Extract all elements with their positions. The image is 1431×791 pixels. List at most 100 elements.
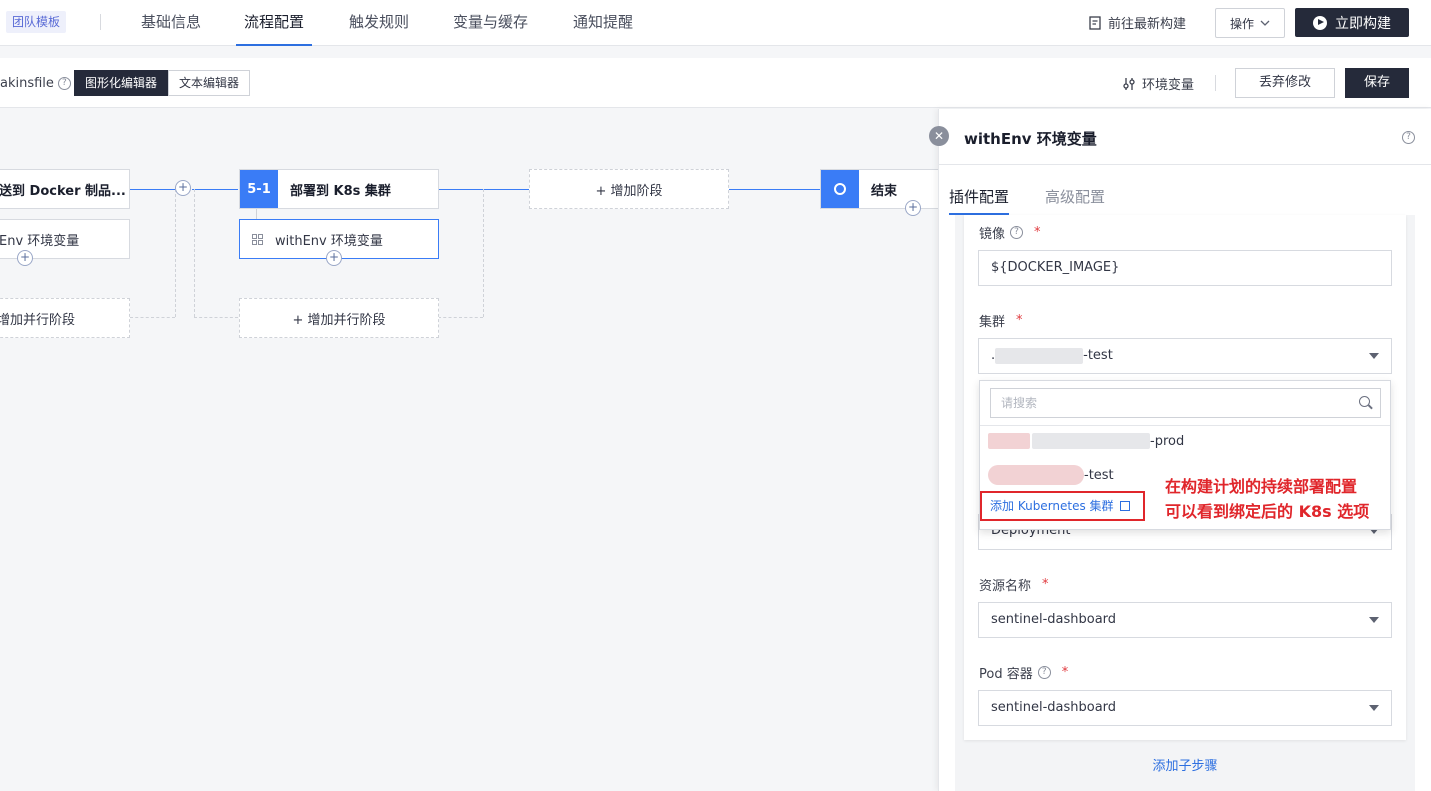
stage-card-deploy-k8s[interactable]: 5-1 部署到 K8s 集群 <box>239 169 439 209</box>
resource-name-select[interactable]: sentinel-dashboard <box>978 602 1392 638</box>
pipeline-canvas[interactable]: 送到 Docker 制品... Env 环境变量 + 增加并行阶段 + 5-1 … <box>0 109 938 791</box>
text-editor-toggle[interactable]: 文本编辑器 <box>168 70 251 96</box>
add-cluster-label: 添加 Kubernetes 集群 <box>990 499 1114 513</box>
help-icon[interactable]: ? <box>1010 226 1024 239</box>
search-placeholder: 请搜索 <box>1001 396 1038 410</box>
help-icon[interactable]: ? <box>57 77 71 90</box>
stage-name: 部署到 K8s 集群 <box>290 183 391 199</box>
build-doc-icon <box>1089 15 1101 30</box>
step-name: withEnv 环境变量 <box>275 233 383 249</box>
resource-name-value: sentinel-dashboard <box>991 612 1117 627</box>
add-parallel-label: 增加并行阶段 <box>0 312 76 328</box>
annotation-text: 在构建计划的持续部署配置 可以看到绑定后的 K8s 选项 <box>1165 474 1369 524</box>
jenkinsfile-label: akinsfile ? <box>0 76 71 91</box>
parallel-connector <box>438 317 483 318</box>
tab-advanced-config[interactable]: 高级配置 <box>1045 186 1105 213</box>
env-vars-button[interactable]: 环境变量 <box>1122 74 1194 93</box>
graphic-editor-toggle[interactable]: 图形化编辑器 <box>74 70 169 96</box>
help-icon[interactable]: ? <box>1037 666 1051 679</box>
parallel-connector <box>194 317 238 318</box>
nav-divider <box>100 14 101 30</box>
close-icon[interactable]: ✕ <box>929 126 949 146</box>
connector-line <box>438 189 530 190</box>
image-label-text: 镜像 <box>979 227 1006 242</box>
search-icon <box>1359 396 1370 407</box>
external-link-icon <box>1119 501 1130 511</box>
insert-stage-plus-icon[interactable]: + <box>175 180 191 196</box>
cluster-search-input[interactable]: 请搜索 <box>990 388 1381 418</box>
pod-container-label-text: Pod 容器 <box>979 667 1033 682</box>
option-label: -prod <box>1150 433 1185 449</box>
save-button[interactable]: 保存 <box>1345 68 1409 98</box>
operations-dropdown[interactable]: 操作 <box>1215 8 1285 38</box>
editor-toolbar: akinsfile ? 图形化编辑器 文本编辑器 环境变量 丢弃修改 保存 <box>0 58 1431 108</box>
connector-line <box>192 189 238 190</box>
tab-notifications[interactable]: 通知提醒 <box>565 0 641 46</box>
stage-index-badge: 5-1 <box>240 170 278 208</box>
help-icon[interactable]: ? <box>1402 131 1415 144</box>
cluster-option-prod[interactable]: -prod <box>988 433 1184 449</box>
add-after-end-plus-icon[interactable]: + <box>905 200 921 216</box>
panel-title: withEnv 环境变量 <box>964 130 1097 148</box>
discard-changes-button[interactable]: 丢弃修改 <box>1235 68 1335 98</box>
chevron-down-icon <box>1369 353 1379 359</box>
redacted-block <box>988 465 1084 485</box>
tab-variables-cache[interactable]: 变量与缓存 <box>445 0 536 46</box>
sliders-icon <box>1123 77 1135 90</box>
jenkinsfile-text: akinsfile <box>0 76 54 91</box>
play-icon <box>1313 15 1327 30</box>
end-stage-card[interactable]: 结束 <box>820 169 938 209</box>
connector-line <box>728 189 820 190</box>
cluster-option-test[interactable]: -test <box>988 465 1114 485</box>
add-parallel-stage-button[interactable]: + 增加并行阶段 <box>239 298 439 338</box>
cluster-label: 集群 * <box>979 311 1023 330</box>
pod-container-value: sentinel-dashboard <box>991 700 1117 715</box>
required-mark: * <box>1061 665 1069 680</box>
build-now-button[interactable]: 立即构建 <box>1295 8 1409 37</box>
top-nav: 团队模板 基础信息 流程配置 触发规则 变量与缓存 通知提醒 前往最新构建 操作… <box>0 0 1431 46</box>
tab-plugin-config[interactable]: 插件配置 <box>949 186 1010 215</box>
required-mark: * <box>1016 313 1023 328</box>
end-stage-label: 结束 <box>871 183 898 199</box>
add-sub-step-link[interactable]: 添加子步骤 <box>955 755 1415 774</box>
tab-pipeline-config[interactable]: 流程配置 <box>236 0 313 46</box>
parallel-connector <box>175 189 176 317</box>
add-stage-button[interactable]: + 增加阶段 <box>529 169 729 209</box>
resource-name-label-text: 资源名称 <box>979 579 1032 594</box>
add-step-plus-icon[interactable]: + <box>326 250 342 266</box>
add-parallel-label: + 增加并行阶段 <box>292 312 386 328</box>
required-mark: * <box>1034 225 1041 240</box>
redacted-block <box>1032 433 1150 449</box>
stage-step-link <box>256 209 257 219</box>
redacted-block <box>995 347 1084 364</box>
add-parallel-stage-previous[interactable]: 增加并行阶段 <box>0 298 130 338</box>
team-template-tag[interactable]: 团队模板 <box>6 11 67 33</box>
latest-build-link[interactable]: 前往最新构建 <box>1089 13 1186 32</box>
add-stage-label: + 增加阶段 <box>595 183 663 199</box>
step-name: Env 环境变量 <box>0 233 80 249</box>
stage-card-previous[interactable]: 送到 Docker 制品... <box>0 169 130 209</box>
add-step-plus-icon[interactable]: + <box>17 250 33 266</box>
parallel-connector <box>194 189 195 317</box>
image-input[interactable]: ${DOCKER_IMAGE} <box>978 250 1392 286</box>
panel-divider <box>939 164 1431 165</box>
image-label: 镜像 ? * <box>979 223 1041 242</box>
chevron-down-icon <box>1369 617 1379 623</box>
tab-trigger-rules[interactable]: 触发规则 <box>341 0 417 46</box>
tab-basic-info[interactable]: 基础信息 <box>133 0 209 46</box>
end-circle-icon <box>834 183 846 195</box>
chevron-down-icon <box>1260 20 1270 26</box>
annotation-line-1: 在构建计划的持续部署配置 <box>1165 477 1358 496</box>
cluster-select[interactable]: . -test <box>978 338 1392 374</box>
annotation-line-2: 可以看到绑定后的 K8s 选项 <box>1165 502 1370 521</box>
dropdown-divider <box>980 425 1390 426</box>
add-k8s-cluster-link[interactable]: 添加 Kubernetes 集群 <box>980 491 1145 521</box>
toolbar-divider <box>1215 75 1216 91</box>
cluster-value: -test <box>1083 348 1113 363</box>
stage-name: 送到 Docker 制品... <box>0 183 126 199</box>
required-mark: * <box>1042 577 1049 592</box>
parallel-connector <box>483 189 484 317</box>
pod-container-select[interactable]: sentinel-dashboard <box>978 690 1392 726</box>
plugin-grid-icon <box>252 233 263 245</box>
connector-line <box>130 189 175 190</box>
